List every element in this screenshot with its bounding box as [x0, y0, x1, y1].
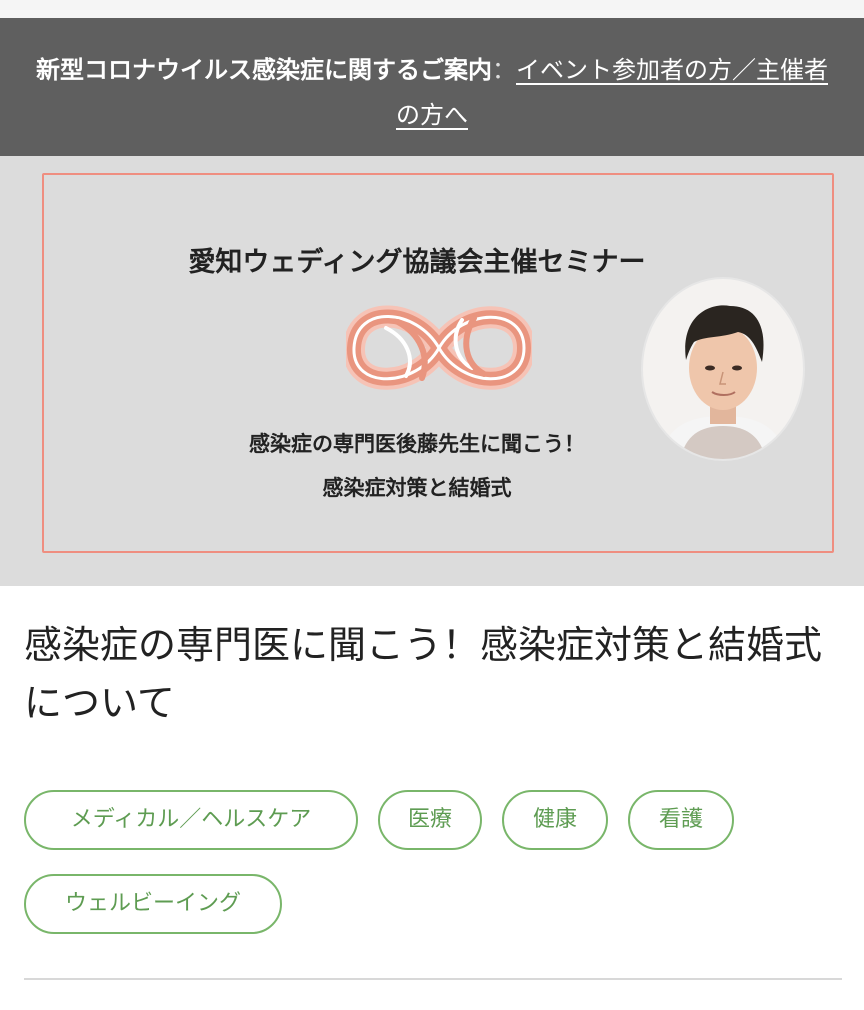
banner-subtitle-line1: 感染症の専門医後藤先生に聞こう！: [249, 432, 585, 456]
notice-link-line1[interactable]: イベント参加者の方／主催者: [516, 56, 828, 84]
covid-notice-bar: 新型コロナウイルス感染症に関するご案内：イベント参加者の方／主催者の方へ: [0, 18, 864, 156]
tag-medical[interactable]: 医療: [378, 790, 482, 850]
notice-link-line2[interactable]: の方へ: [396, 101, 468, 129]
section-divider: [24, 978, 842, 980]
tag-medical-healthcare[interactable]: メディカル／ヘルスケア: [24, 790, 358, 850]
tag-nursing[interactable]: 看護: [628, 790, 734, 850]
top-strip: [0, 0, 864, 18]
notice-label: 新型コロナウイルス感染症に関するご案内: [36, 56, 492, 84]
banner-title: 愛知ウェディング協議会主催セミナー: [188, 247, 646, 278]
event-title: 感染症の専門医に聞こう！感染症対策と結婚式について: [24, 623, 823, 725]
banner-subtitle-line2: 感染症対策と結婚式: [322, 476, 512, 500]
notice-separator: ：: [492, 56, 516, 84]
mizuhiki-knot-icon: [346, 305, 532, 390]
tag-health[interactable]: 健康: [502, 790, 608, 850]
event-banner-image: 愛知ウェディング協議会主催セミナー 感染症の専門医後藤先生に聞こう！ 感染症対策…: [0, 156, 864, 586]
tag-wellbeing[interactable]: ウェルビーイング: [24, 874, 282, 934]
